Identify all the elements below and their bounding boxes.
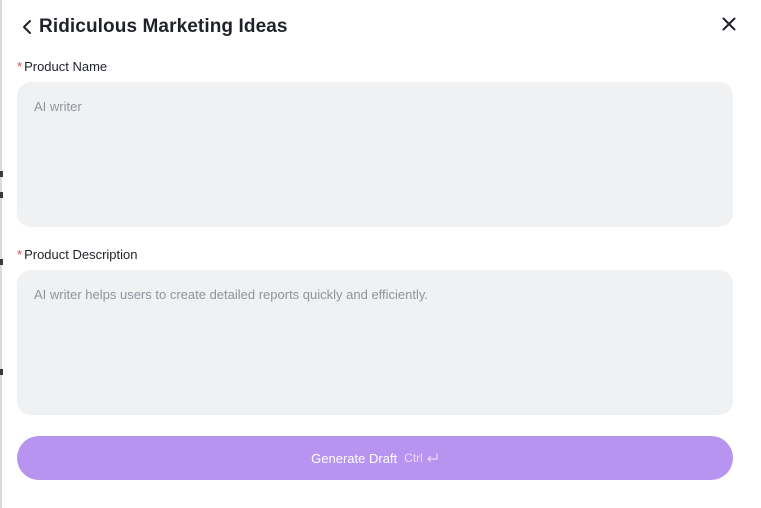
generate-draft-button[interactable]: Generate Draft Ctrl [17, 436, 733, 480]
required-marker: * [17, 247, 23, 262]
chevron-left-icon[interactable] [20, 17, 34, 37]
keyboard-shortcut-hint: Ctrl [404, 451, 439, 465]
close-icon[interactable] [719, 14, 739, 34]
generate-draft-label: Generate Draft [311, 450, 398, 466]
required-marker: * [17, 59, 23, 74]
background-text-fragment [0, 369, 3, 375]
product-description-label-text: Product Description [24, 247, 138, 262]
dialog-title: Ridiculous Marketing Ideas [39, 16, 288, 37]
enter-key-icon [426, 452, 439, 464]
product-name-label: * Product Name [17, 59, 107, 74]
ctrl-key-label: Ctrl [404, 451, 423, 465]
background-text-fragment [0, 171, 3, 177]
panel-left-border [0, 0, 2, 508]
background-text-fragment [0, 259, 3, 265]
product-name-input[interactable] [17, 82, 733, 227]
background-text-fragment [0, 192, 3, 198]
dialog-header: Ridiculous Marketing Ideas [20, 12, 288, 42]
product-description-label: * Product Description [17, 247, 138, 262]
product-name-label-text: Product Name [24, 59, 108, 74]
product-description-input[interactable] [17, 270, 733, 415]
